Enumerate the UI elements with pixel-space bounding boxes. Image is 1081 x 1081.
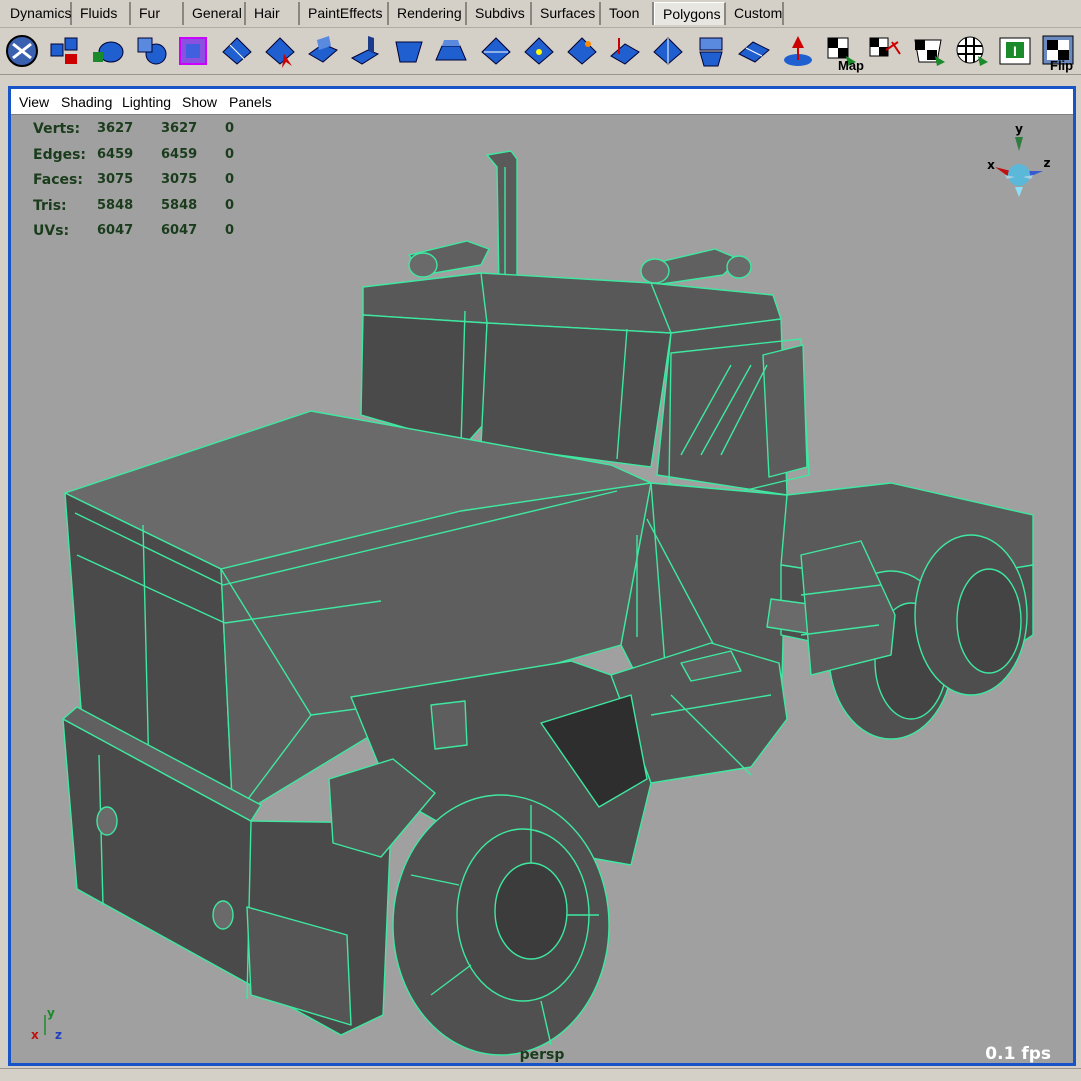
shelf-tab-subdivs[interactable]: Subdivs: [467, 2, 532, 25]
extrude-edge-icon[interactable]: [346, 32, 384, 70]
panel-menu-view[interactable]: View: [19, 89, 49, 114]
planar-map-icon[interactable]: [778, 32, 816, 70]
panel-menu-lighting[interactable]: Lighting: [122, 89, 171, 114]
shelf-tab-bar: Dynamics Fluids Fur General Hair PaintEffects…: [0, 0, 1081, 28]
wedge-face-icon[interactable]: [432, 32, 470, 70]
shelf-tab-fluids[interactable]: Fluids: [72, 2, 131, 25]
view-axis-y-label: y: [1015, 122, 1023, 136]
smooth-proxy-icon[interactable]: [174, 32, 212, 70]
separate-icon[interactable]: [132, 32, 170, 70]
hud-v1: 5848: [97, 197, 134, 213]
origin-axis-icon: y x z: [31, 1006, 62, 1042]
hud-v1: 6459: [97, 146, 134, 162]
shelf-tab-fur[interactable]: Fur: [131, 2, 184, 25]
perspective-viewport[interactable]: Verts: 3627 3627 0 Edges: 6459 6459 0 Faces: 3075…: [11, 115, 1073, 1063]
automatic-map-icon[interactable]: [952, 32, 990, 70]
hud-v2: 5848: [161, 197, 198, 213]
hud-v1: 3627: [97, 121, 134, 136]
hud-v3: 0: [225, 121, 235, 136]
split-polygon-icon[interactable]: [217, 32, 255, 70]
panel-menu-show[interactable]: Show: [182, 89, 217, 114]
merge-vertices-icon[interactable]: [519, 32, 557, 70]
hud-v3: 0: [225, 172, 235, 188]
model-panel: View Shading Lighting Show Panels Verts:…: [8, 86, 1076, 1066]
shelf-tab-dynamics[interactable]: Dynamics: [2, 2, 72, 25]
origin-axis-y-label: y: [47, 1006, 55, 1020]
view-axis-x-label: x: [987, 158, 995, 172]
hud-v1: 6047: [97, 223, 134, 239]
hud-v1: 3075: [97, 172, 134, 188]
bridge-icon[interactable]: [605, 32, 643, 70]
combine-icon[interactable]: [89, 32, 127, 70]
shelf-tab-polygons[interactable]: Polygons: [654, 2, 726, 25]
view-cube-axis-icon[interactable]: y x z: [979, 121, 1059, 211]
shelf-tab-surfaces[interactable]: Surfaces: [532, 2, 601, 25]
hud-v2: 6459: [161, 146, 198, 162]
hud-v3: 0: [225, 146, 235, 162]
panel-menu-panels[interactable]: Panels: [229, 89, 272, 114]
view-axis-z-label: z: [1044, 156, 1051, 170]
hud-v2: 3075: [161, 172, 198, 188]
origin-axis-z-label: z: [55, 1028, 62, 1042]
origin-axis-x-label: x: [31, 1028, 39, 1042]
time-slider[interactable]: [0, 1068, 1081, 1081]
shelf-tab-painteffects[interactable]: PaintEffects: [300, 2, 389, 25]
poke-face-icon[interactable]: [476, 32, 514, 70]
polygons-shelf: I Map Flip: [0, 28, 1081, 74]
hud-v3: 0: [225, 197, 235, 213]
hud-v2: 3627: [161, 121, 198, 136]
hud-v2: 6047: [161, 223, 198, 239]
truck-wireframe-model: [62, 150, 1034, 1056]
hud-v3: 0: [225, 223, 235, 239]
camera-name-label: persp: [519, 1047, 565, 1063]
shelf-tab-toon[interactable]: Toon: [601, 2, 654, 25]
append-polygon-icon[interactable]: [562, 32, 600, 70]
spherical-map-icon[interactable]: [909, 32, 947, 70]
svg-text:I: I: [1013, 43, 1017, 59]
sculpt-icon[interactable]: [735, 32, 773, 70]
shelf-tab-custom[interactable]: Custom: [726, 2, 784, 25]
subdivide-icon[interactable]: [692, 32, 730, 70]
bevel-icon[interactable]: [390, 32, 428, 70]
uv-editor-icon[interactable]: I: [996, 32, 1034, 70]
extrude-face-icon[interactable]: [303, 32, 341, 70]
map-icon-label: Map: [838, 58, 864, 73]
panel-menu-shading[interactable]: Shading: [61, 89, 112, 114]
shelf-tab-rendering[interactable]: Rendering: [389, 2, 467, 25]
shelf-tab-general[interactable]: General: [184, 2, 246, 25]
extract-icon[interactable]: [45, 32, 83, 70]
cylindrical-map-icon[interactable]: [866, 32, 904, 70]
panel-menu-bar: View Shading Lighting Show Panels: [11, 89, 1073, 115]
shelf-tab-hair[interactable]: Hair: [246, 2, 300, 25]
flip-icon-label: Flip: [1050, 58, 1074, 73]
cut-faces-icon[interactable]: [260, 32, 298, 70]
duplicate-face-icon[interactable]: [648, 32, 686, 70]
polygon-select-icon[interactable]: [3, 32, 41, 70]
fps-readout: 0.1 fps: [985, 1044, 1051, 1063]
